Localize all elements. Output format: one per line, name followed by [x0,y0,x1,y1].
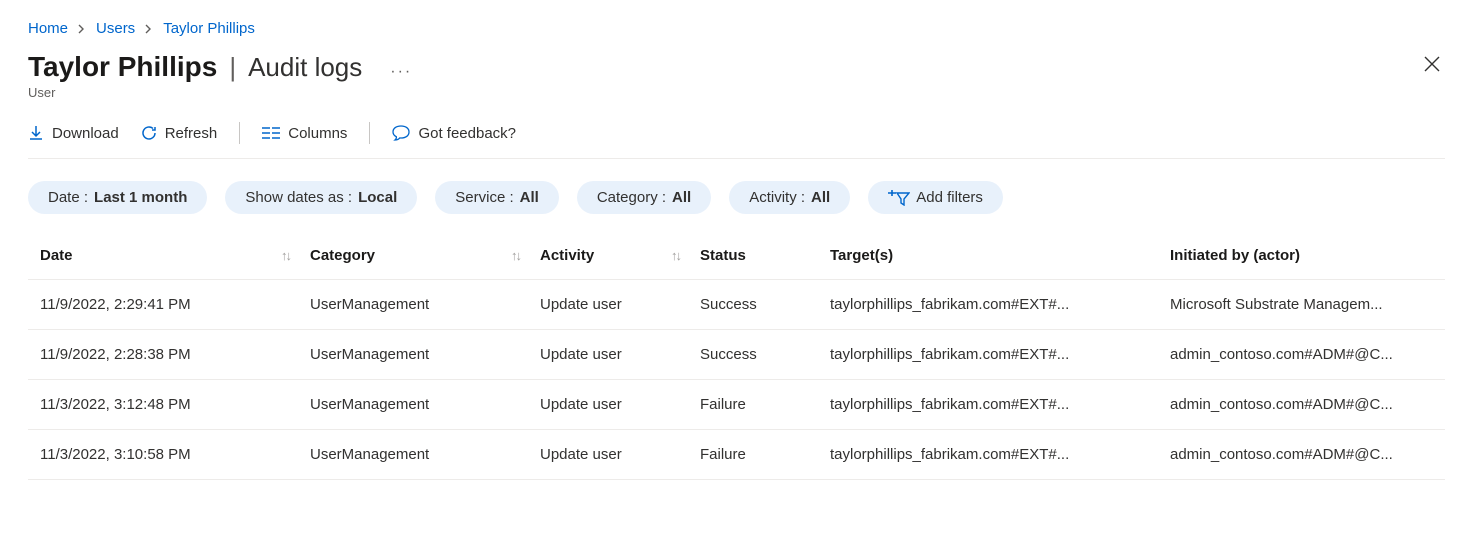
refresh-icon [141,125,157,141]
breadcrumb-current[interactable]: Taylor Phillips [163,20,255,37]
download-label: Download [52,125,119,142]
cell-category: UserManagement [310,446,540,463]
feedback-label: Got feedback? [418,125,516,142]
download-icon [28,125,44,141]
cell-activity: Update user [540,446,700,463]
chevron-right-icon [78,24,86,34]
filter-showdates-label: Show dates as : [245,189,352,206]
page-subtitle: User [28,85,412,100]
cell-date: 11/3/2022, 3:12:48 PM [40,396,310,413]
table-body: 11/9/2022, 2:29:41 PMUserManagementUpdat… [28,280,1445,480]
filter-showdates[interactable]: Show dates as : Local [225,181,417,214]
cell-date: 11/9/2022, 2:29:41 PM [40,296,310,313]
columns-label: Columns [288,125,347,142]
table-row[interactable]: 11/3/2022, 3:10:58 PMUserManagementUpdat… [28,430,1445,480]
toolbar-separator [369,122,370,144]
add-filters-button[interactable]: Add filters [868,181,1003,214]
columns-icon [262,126,280,140]
filter-category-value: All [672,189,691,206]
col-header-status[interactable]: Status [700,247,830,264]
col-header-targets[interactable]: Target(s) [830,247,1170,264]
chevron-right-icon [145,24,153,34]
col-header-activity[interactable]: Activity ↑↓ [540,247,700,264]
table-header-row: Date ↑↓ Category ↑↓ Activity ↑↓ Status T… [28,232,1445,280]
cell-date: 11/9/2022, 2:28:38 PM [40,346,310,363]
filter-service-label: Service : [455,189,513,206]
cell-targets: taylorphillips_fabrikam.com#EXT#... [830,296,1170,313]
feedback-button[interactable]: Got feedback? [392,125,516,142]
filter-date-value: Last 1 month [94,189,187,206]
cell-activity: Update user [540,396,700,413]
cell-targets: taylorphillips_fabrikam.com#EXT#... [830,346,1170,363]
close-button[interactable] [1419,51,1445,77]
page-title: Taylor Phillips [28,51,217,83]
cell-activity: Update user [540,346,700,363]
filter-category-label: Category : [597,189,666,206]
filter-date-label: Date : [48,189,88,206]
filter-activity-label: Activity : [749,189,805,206]
columns-button[interactable]: Columns [262,125,347,142]
sort-icon: ↑↓ [671,248,680,263]
breadcrumb-home[interactable]: Home [28,20,68,37]
cell-initiated: admin_contoso.com#ADM#@C... [1170,346,1433,363]
breadcrumb: Home Users Taylor Phillips [28,20,1445,37]
toolbar-separator [239,122,240,144]
add-filters-label: Add filters [916,189,983,206]
filter-activity-value: All [811,189,830,206]
breadcrumb-users[interactable]: Users [96,20,135,37]
page-heading: Taylor Phillips | Audit logs ··· [28,51,412,83]
cell-status: Failure [700,446,830,463]
cell-initiated: admin_contoso.com#ADM#@C... [1170,446,1433,463]
cell-category: UserManagement [310,396,540,413]
cell-activity: Update user [540,296,700,313]
cell-status: Failure [700,396,830,413]
cell-status: Success [700,346,830,363]
table-row[interactable]: 11/9/2022, 2:29:41 PMUserManagementUpdat… [28,280,1445,330]
cell-initiated: admin_contoso.com#ADM#@C... [1170,396,1433,413]
filter-showdates-value: Local [358,189,397,206]
cell-targets: taylorphillips_fabrikam.com#EXT#... [830,446,1170,463]
filter-category[interactable]: Category : All [577,181,711,214]
cell-date: 11/3/2022, 3:10:58 PM [40,446,310,463]
toolbar: Download Refresh Columns Got feedback? [28,122,1445,159]
filter-service-value: All [520,189,539,206]
cell-category: UserManagement [310,296,540,313]
audit-logs-table: Date ↑↓ Category ↑↓ Activity ↑↓ Status T… [28,232,1445,480]
sort-icon: ↑↓ [281,248,290,263]
feedback-icon [392,125,410,141]
filter-icon [888,190,910,206]
refresh-label: Refresh [165,125,218,142]
col-header-category[interactable]: Category ↑↓ [310,247,540,264]
sort-icon: ↑↓ [511,248,520,263]
cell-category: UserManagement [310,346,540,363]
refresh-button[interactable]: Refresh [141,125,218,142]
cell-status: Success [700,296,830,313]
filter-activity[interactable]: Activity : All [729,181,850,214]
col-header-initiated[interactable]: Initiated by (actor) [1170,247,1433,264]
cell-initiated: Microsoft Substrate Managem... [1170,296,1433,313]
table-row[interactable]: 11/3/2022, 3:12:48 PMUserManagementUpdat… [28,380,1445,430]
cell-targets: taylorphillips_fabrikam.com#EXT#... [830,396,1170,413]
filter-bar: Date : Last 1 month Show dates as : Loca… [28,181,1445,214]
more-actions-button[interactable]: ··· [390,63,412,81]
table-row[interactable]: 11/9/2022, 2:28:38 PMUserManagementUpdat… [28,330,1445,380]
col-header-date[interactable]: Date ↑↓ [40,247,310,264]
filter-service[interactable]: Service : All [435,181,559,214]
download-button[interactable]: Download [28,125,119,142]
page-section: Audit logs [248,52,362,83]
filter-date[interactable]: Date : Last 1 month [28,181,207,214]
